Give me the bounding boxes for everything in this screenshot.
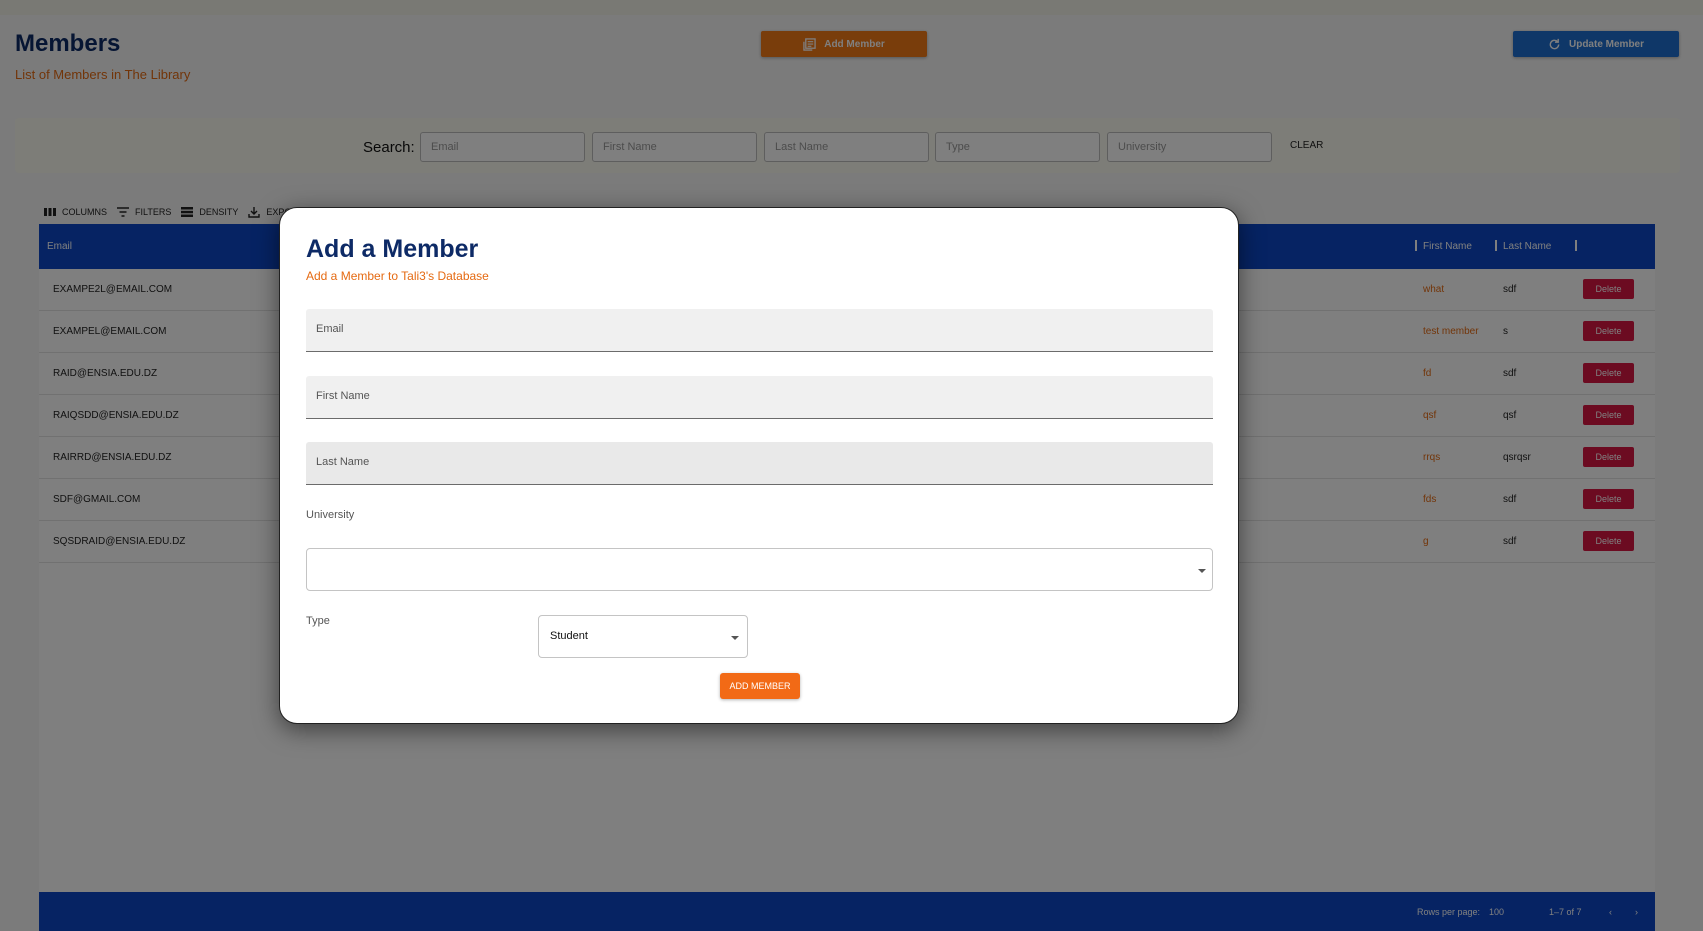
dialog-subtitle: Add a Member to Tali3's Database — [306, 269, 489, 283]
type-select[interactable]: Student — [538, 615, 748, 658]
university-label: University — [306, 509, 355, 521]
add-member-submit-button[interactable]: ADD MEMBER — [720, 673, 800, 699]
type-select-value: Student — [550, 630, 588, 642]
email-field[interactable]: Email — [306, 309, 1213, 352]
email-field-label: Email — [316, 323, 344, 335]
chevron-down-icon — [731, 636, 739, 640]
first-name-field-label: First Name — [316, 390, 370, 402]
chevron-down-icon — [1198, 569, 1206, 573]
last-name-field-label: Last Name — [316, 456, 370, 468]
university-select[interactable] — [306, 548, 1213, 591]
last-name-field[interactable]: Last Name — [306, 442, 1213, 485]
dialog-title: Add a Member — [306, 235, 479, 263]
add-member-dialog: Add a Member Add a Member to Tali3's Dat… — [279, 207, 1239, 724]
type-label: Type — [306, 615, 330, 627]
first-name-field[interactable]: First Name — [306, 376, 1213, 419]
